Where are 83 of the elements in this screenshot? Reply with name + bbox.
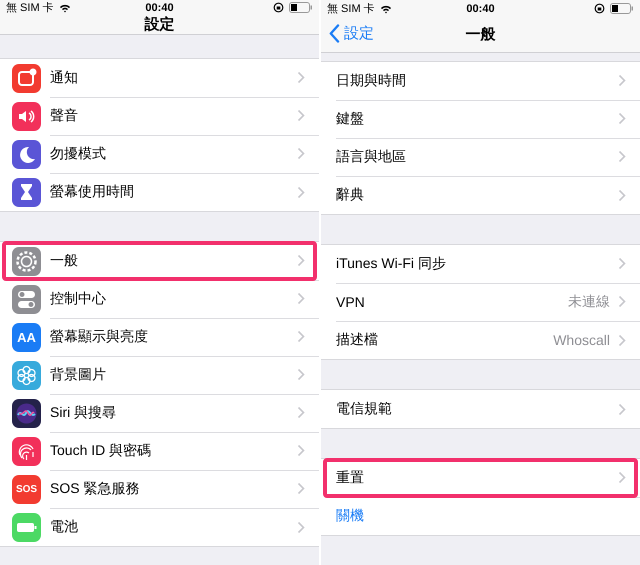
settings-row[interactable]: 鍵盤 xyxy=(321,100,640,138)
settings-row[interactable]: AA 螢幕顯示與亮度 xyxy=(0,318,319,356)
chevron-icon xyxy=(618,471,626,484)
chevron-icon xyxy=(297,147,305,160)
row-label: 聲音 xyxy=(50,106,79,124)
settings-row[interactable]: 語言與地區 xyxy=(321,138,640,176)
chevron-icon xyxy=(618,150,626,163)
settings-row[interactable]: Siri 與搜尋 xyxy=(0,394,319,432)
row-value: Whoscall xyxy=(553,332,610,348)
settings-row[interactable]: 勿擾模式 xyxy=(0,135,319,173)
wifi-icon xyxy=(58,2,71,12)
chevron-icon xyxy=(297,330,305,343)
row-label: 鍵盤 xyxy=(336,110,365,128)
settings-row[interactable]: SOS SOS 緊急服務 xyxy=(0,470,319,508)
settings-row[interactable]: 描述檔 Whoscall xyxy=(321,321,640,359)
row-label: 日期與時間 xyxy=(336,72,407,90)
app-icon: AA xyxy=(12,322,41,352)
back-chevron-icon xyxy=(329,24,340,44)
rotation-lock-icon xyxy=(594,3,605,14)
wifi-icon xyxy=(380,4,392,14)
chevron-icon xyxy=(618,112,626,125)
row-label: 通知 xyxy=(50,68,79,86)
settings-row[interactable]: 控制中心 xyxy=(0,280,319,318)
row-label: 語言與地區 xyxy=(336,148,407,166)
settings-row[interactable]: 聲音 xyxy=(0,97,319,135)
rotation-lock-icon xyxy=(273,2,284,13)
row-label: 電池 xyxy=(50,518,79,536)
settings-row[interactable]: 螢幕使用時間 xyxy=(0,173,319,211)
row-label: 控制中心 xyxy=(50,290,107,308)
chevron-icon xyxy=(618,402,626,416)
row-label: SOS 緊急服務 xyxy=(50,480,140,498)
settings-row[interactable]: 辭典 xyxy=(321,176,640,214)
chevron-icon xyxy=(297,406,305,419)
chevron-icon xyxy=(297,292,305,305)
chevron-icon xyxy=(297,186,305,198)
back-button[interactable]: 設定 xyxy=(329,24,374,44)
settings-row[interactable]: 通知 xyxy=(0,59,319,97)
settings-row[interactable]: iTunes Wi-Fi 同步 xyxy=(321,245,640,283)
chevron-icon xyxy=(297,520,305,534)
app-icon: SOS xyxy=(12,474,41,504)
row-label: iTunes Wi-Fi 同步 xyxy=(336,254,447,272)
row-label: 背景圖片 xyxy=(50,366,107,384)
row-label: VPN xyxy=(336,294,366,310)
row-value: 未連線 xyxy=(568,292,610,310)
settings-row[interactable]: 背景圖片 xyxy=(0,356,319,394)
chevron-icon xyxy=(618,74,626,87)
row-label: 螢幕顯示與亮度 xyxy=(50,328,149,346)
row-label: 重置 xyxy=(336,468,365,486)
settings-row[interactable]: Touch ID 與密碼 xyxy=(0,432,319,470)
row-label: 電信規範 xyxy=(336,400,393,418)
row-label: Siri 與搜尋 xyxy=(50,404,118,422)
chevron-icon xyxy=(297,482,305,495)
settings-row[interactable]: 一般 xyxy=(0,242,319,280)
shutdown-link-row[interactable]: 關機 xyxy=(321,497,640,535)
battery-icon xyxy=(610,3,634,14)
row-label: Touch ID 與密碼 xyxy=(50,442,152,460)
chevron-icon xyxy=(297,71,305,84)
chevron-icon xyxy=(297,254,305,267)
settings-row[interactable]: 電信規範 xyxy=(321,390,640,428)
clock-time: 00:40 xyxy=(465,2,496,15)
chevron-icon xyxy=(297,444,305,457)
chevron-icon xyxy=(618,257,626,270)
screen-title: 設定 xyxy=(144,15,174,34)
chevron-icon xyxy=(297,368,305,381)
chevron-icon xyxy=(618,295,626,308)
row-label: 螢幕使用時間 xyxy=(50,183,135,201)
chevron-icon xyxy=(618,188,626,202)
row-label: 描述檔 xyxy=(336,331,379,349)
settings-row[interactable]: 日期與時間 xyxy=(321,62,640,100)
row-label: 勿擾模式 xyxy=(50,144,107,162)
battery-icon xyxy=(289,2,313,13)
row-label: 一般 xyxy=(50,252,79,270)
screen-title: 一般 xyxy=(466,25,496,44)
chevron-icon xyxy=(618,334,626,346)
row-label: 辭典 xyxy=(336,186,365,204)
settings-row[interactable]: 重置 xyxy=(321,459,640,497)
clock-time: 00:40 xyxy=(144,2,175,14)
carrier-label: 無 SIM 卡 xyxy=(327,2,375,16)
settings-row[interactable]: VPN 未連線 xyxy=(321,283,640,321)
chevron-icon xyxy=(297,109,305,122)
carrier-label: 無 SIM 卡 xyxy=(6,1,54,15)
settings-row[interactable]: 電池 xyxy=(0,508,319,546)
row-label: 關機 xyxy=(336,507,365,525)
